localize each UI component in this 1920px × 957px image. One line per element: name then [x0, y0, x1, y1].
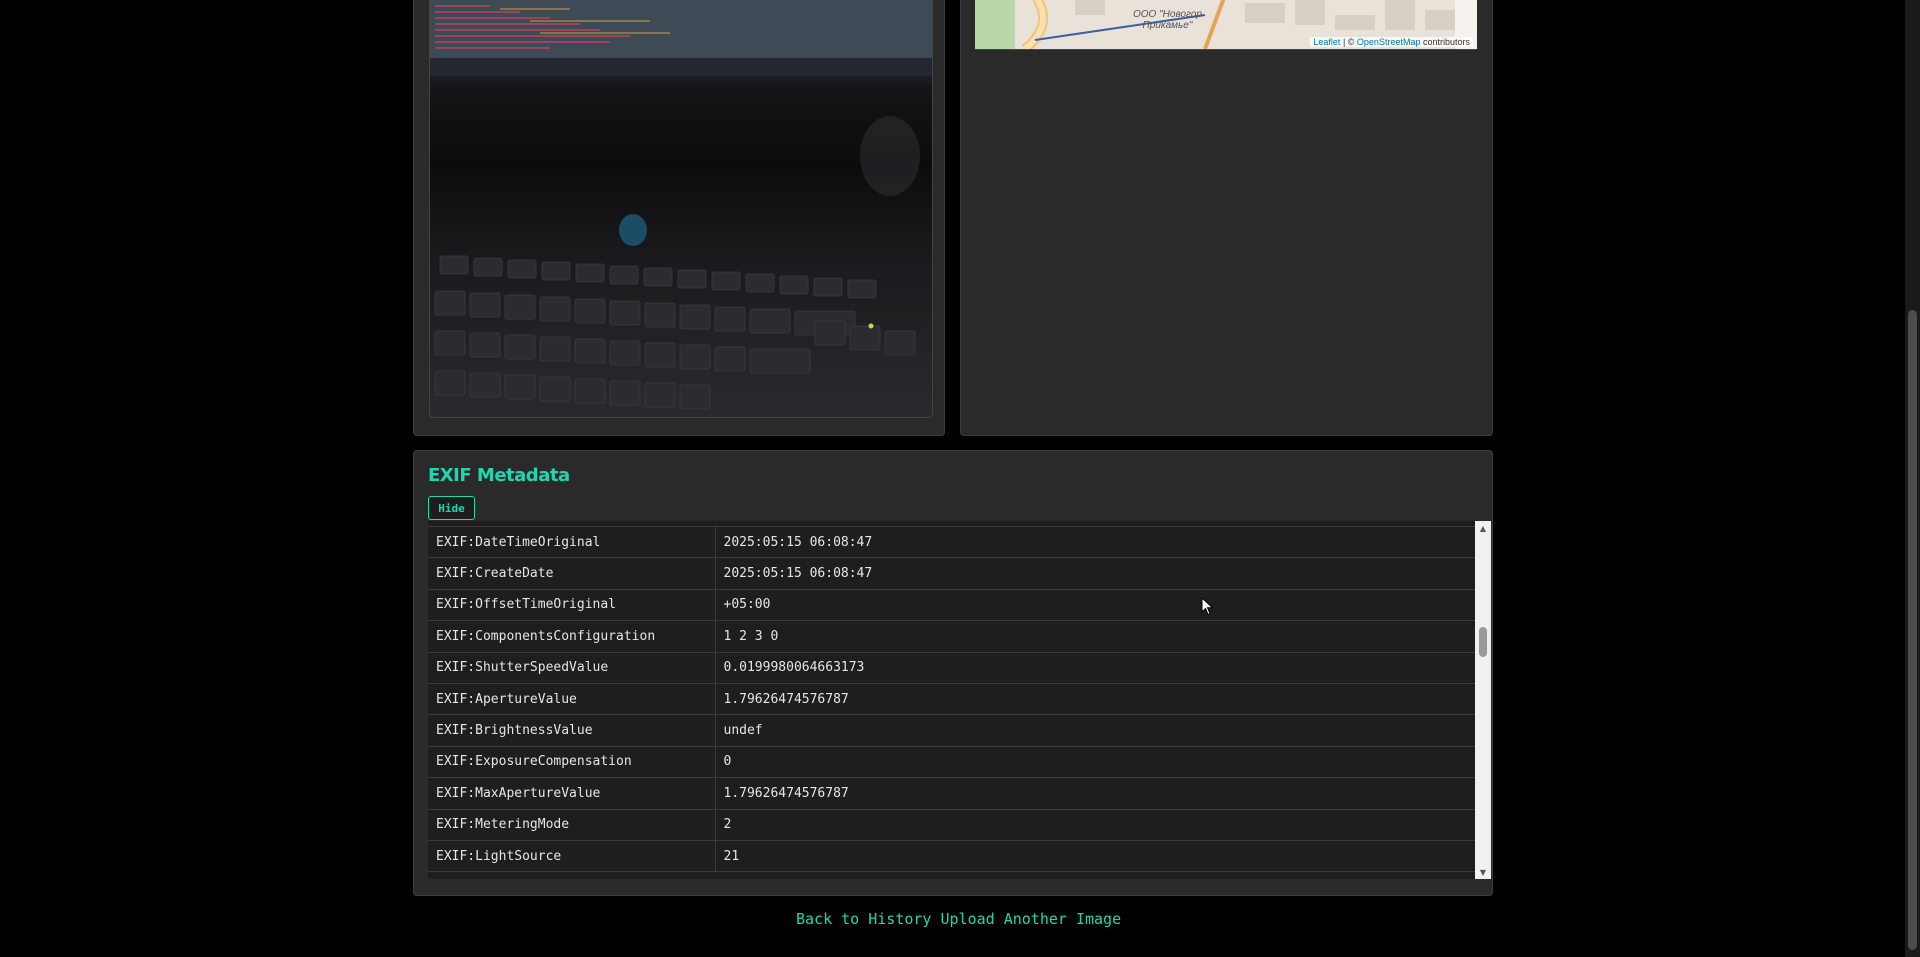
exif-value-cell: 2025:05:15 06:08:47 [715, 526, 1475, 559]
exif-key-cell: EXIF:LightSource [428, 840, 716, 873]
exif-key-cell: EXIF:MaxApertureValue [428, 777, 716, 810]
table-row: EXIF:LightSource 21 [428, 840, 1475, 873]
table-row: EXIF:OffsetTimeOriginal +05:00 [428, 589, 1475, 622]
table-row: EXIF:DateTimeOriginal 2025:05:15 06:08:47 [428, 526, 1475, 559]
exif-key-cell: EXIF:ApertureValue [428, 683, 716, 716]
page-scroll-thumb[interactable] [1908, 310, 1917, 950]
attribution-separator: | © [1340, 37, 1357, 47]
exif-key-cell: EXIF:ExposureCompensation [428, 746, 716, 779]
hide-exif-button[interactable]: Hide [428, 496, 475, 520]
mouse-cursor-icon [1201, 597, 1214, 616]
location-map[interactable]: ООО "Новогор Прикамье" Leaflet | © OpenS… [975, 0, 1477, 50]
exif-value-cell: 1.79626474576787 [715, 683, 1475, 716]
table-row: EXIF:MaxApertureValue 1.79626474576787 [428, 777, 1475, 810]
table-row: EXIF:ShutterSpeedValue 0.0199980064663173 [428, 652, 1475, 684]
exif-value-cell: 2025:05:15 06:08:47 [715, 557, 1475, 590]
exif-value-cell: 0.0199980064663173 [715, 652, 1475, 684]
page-scrollbar[interactable] [1905, 0, 1920, 957]
exif-scroll-thumb[interactable] [1479, 627, 1487, 657]
footer-links: Back to History Upload Another Image [796, 910, 1121, 928]
table-row: EXIF:ComponentsConfiguration 1 2 3 0 [428, 620, 1475, 653]
map-place-label: ООО "Новогор Прикамье" [1133, 9, 1202, 31]
exif-value-cell: 2 [715, 809, 1475, 841]
table-row: EXIF:CreateDate 2025:05:15 06:08:47 [428, 557, 1475, 590]
exif-scrollbar[interactable]: ▲ ▼ [1475, 521, 1491, 879]
exif-key-cell: EXIF:DateTimeOriginal [428, 526, 716, 559]
page: ООО "Новогор Прикамье" Leaflet | © OpenS… [0, 0, 1920, 957]
table-row: EXIF:MeteringMode 2 [428, 809, 1475, 841]
exif-value-cell: undef [715, 714, 1475, 747]
exif-key-cell: EXIF:CreateDate [428, 557, 716, 590]
table-row: EXIF:ExposureCompensation 0 [428, 746, 1475, 779]
exif-key-cell: EXIF:MeteringMode [428, 809, 716, 841]
exif-value-cell: 1.79626474576787 [715, 777, 1475, 810]
photo-reflection [619, 116, 920, 246]
table-row: EXIF:BrightnessValue undef [428, 714, 1475, 747]
map-place-label-line2: Прикамье" [1142, 20, 1193, 31]
attribution-tail: contributors [1420, 37, 1470, 47]
scroll-up-arrow-icon[interactable]: ▲ [1475, 521, 1491, 535]
uploaded-photo [429, 0, 933, 418]
back-to-history-link[interactable]: Back to History [796, 910, 931, 928]
leaflet-link[interactable]: Leaflet [1313, 37, 1340, 47]
exif-key-cell: EXIF:ComponentsConfiguration [428, 620, 716, 653]
exif-value-cell: 21 [715, 840, 1475, 873]
map-attribution: Leaflet | © OpenStreetMap contributors [1310, 37, 1473, 47]
exif-key-cell: EXIF:BrightnessValue [428, 714, 716, 747]
exif-value-cell: +05:00 [715, 589, 1475, 622]
openstreetmap-link[interactable]: OpenStreetMap [1357, 37, 1421, 47]
exif-section-title: EXIF Metadata [428, 465, 570, 486]
exif-value-cell: 1 2 3 0 [715, 620, 1475, 653]
exif-table-container[interactable]: EXIF:DateTimeOriginal 2025:05:15 06:08:47… [428, 521, 1491, 879]
exif-key-cell: EXIF:ShutterSpeedValue [428, 652, 716, 684]
upload-another-image-link[interactable]: Upload Another Image [941, 910, 1122, 928]
location-map-panel: ООО "Новогор Прикамье" Leaflet | © OpenS… [960, 0, 1493, 436]
exif-metadata-panel: EXIF Metadata Hide EXIF:DateTimeOriginal… [413, 450, 1493, 896]
map-place-label-line1: ООО "Новогор [1133, 9, 1202, 20]
table-row: EXIF:ApertureValue 1.79626474576787 [428, 683, 1475, 716]
exif-value-cell: 0 [715, 746, 1475, 779]
exif-table: EXIF:DateTimeOriginal 2025:05:15 06:08:47… [428, 521, 1475, 873]
image-preview-panel [413, 0, 945, 436]
scroll-down-arrow-icon[interactable]: ▼ [1475, 865, 1491, 879]
exif-key-cell: EXIF:OffsetTimeOriginal [428, 589, 716, 622]
